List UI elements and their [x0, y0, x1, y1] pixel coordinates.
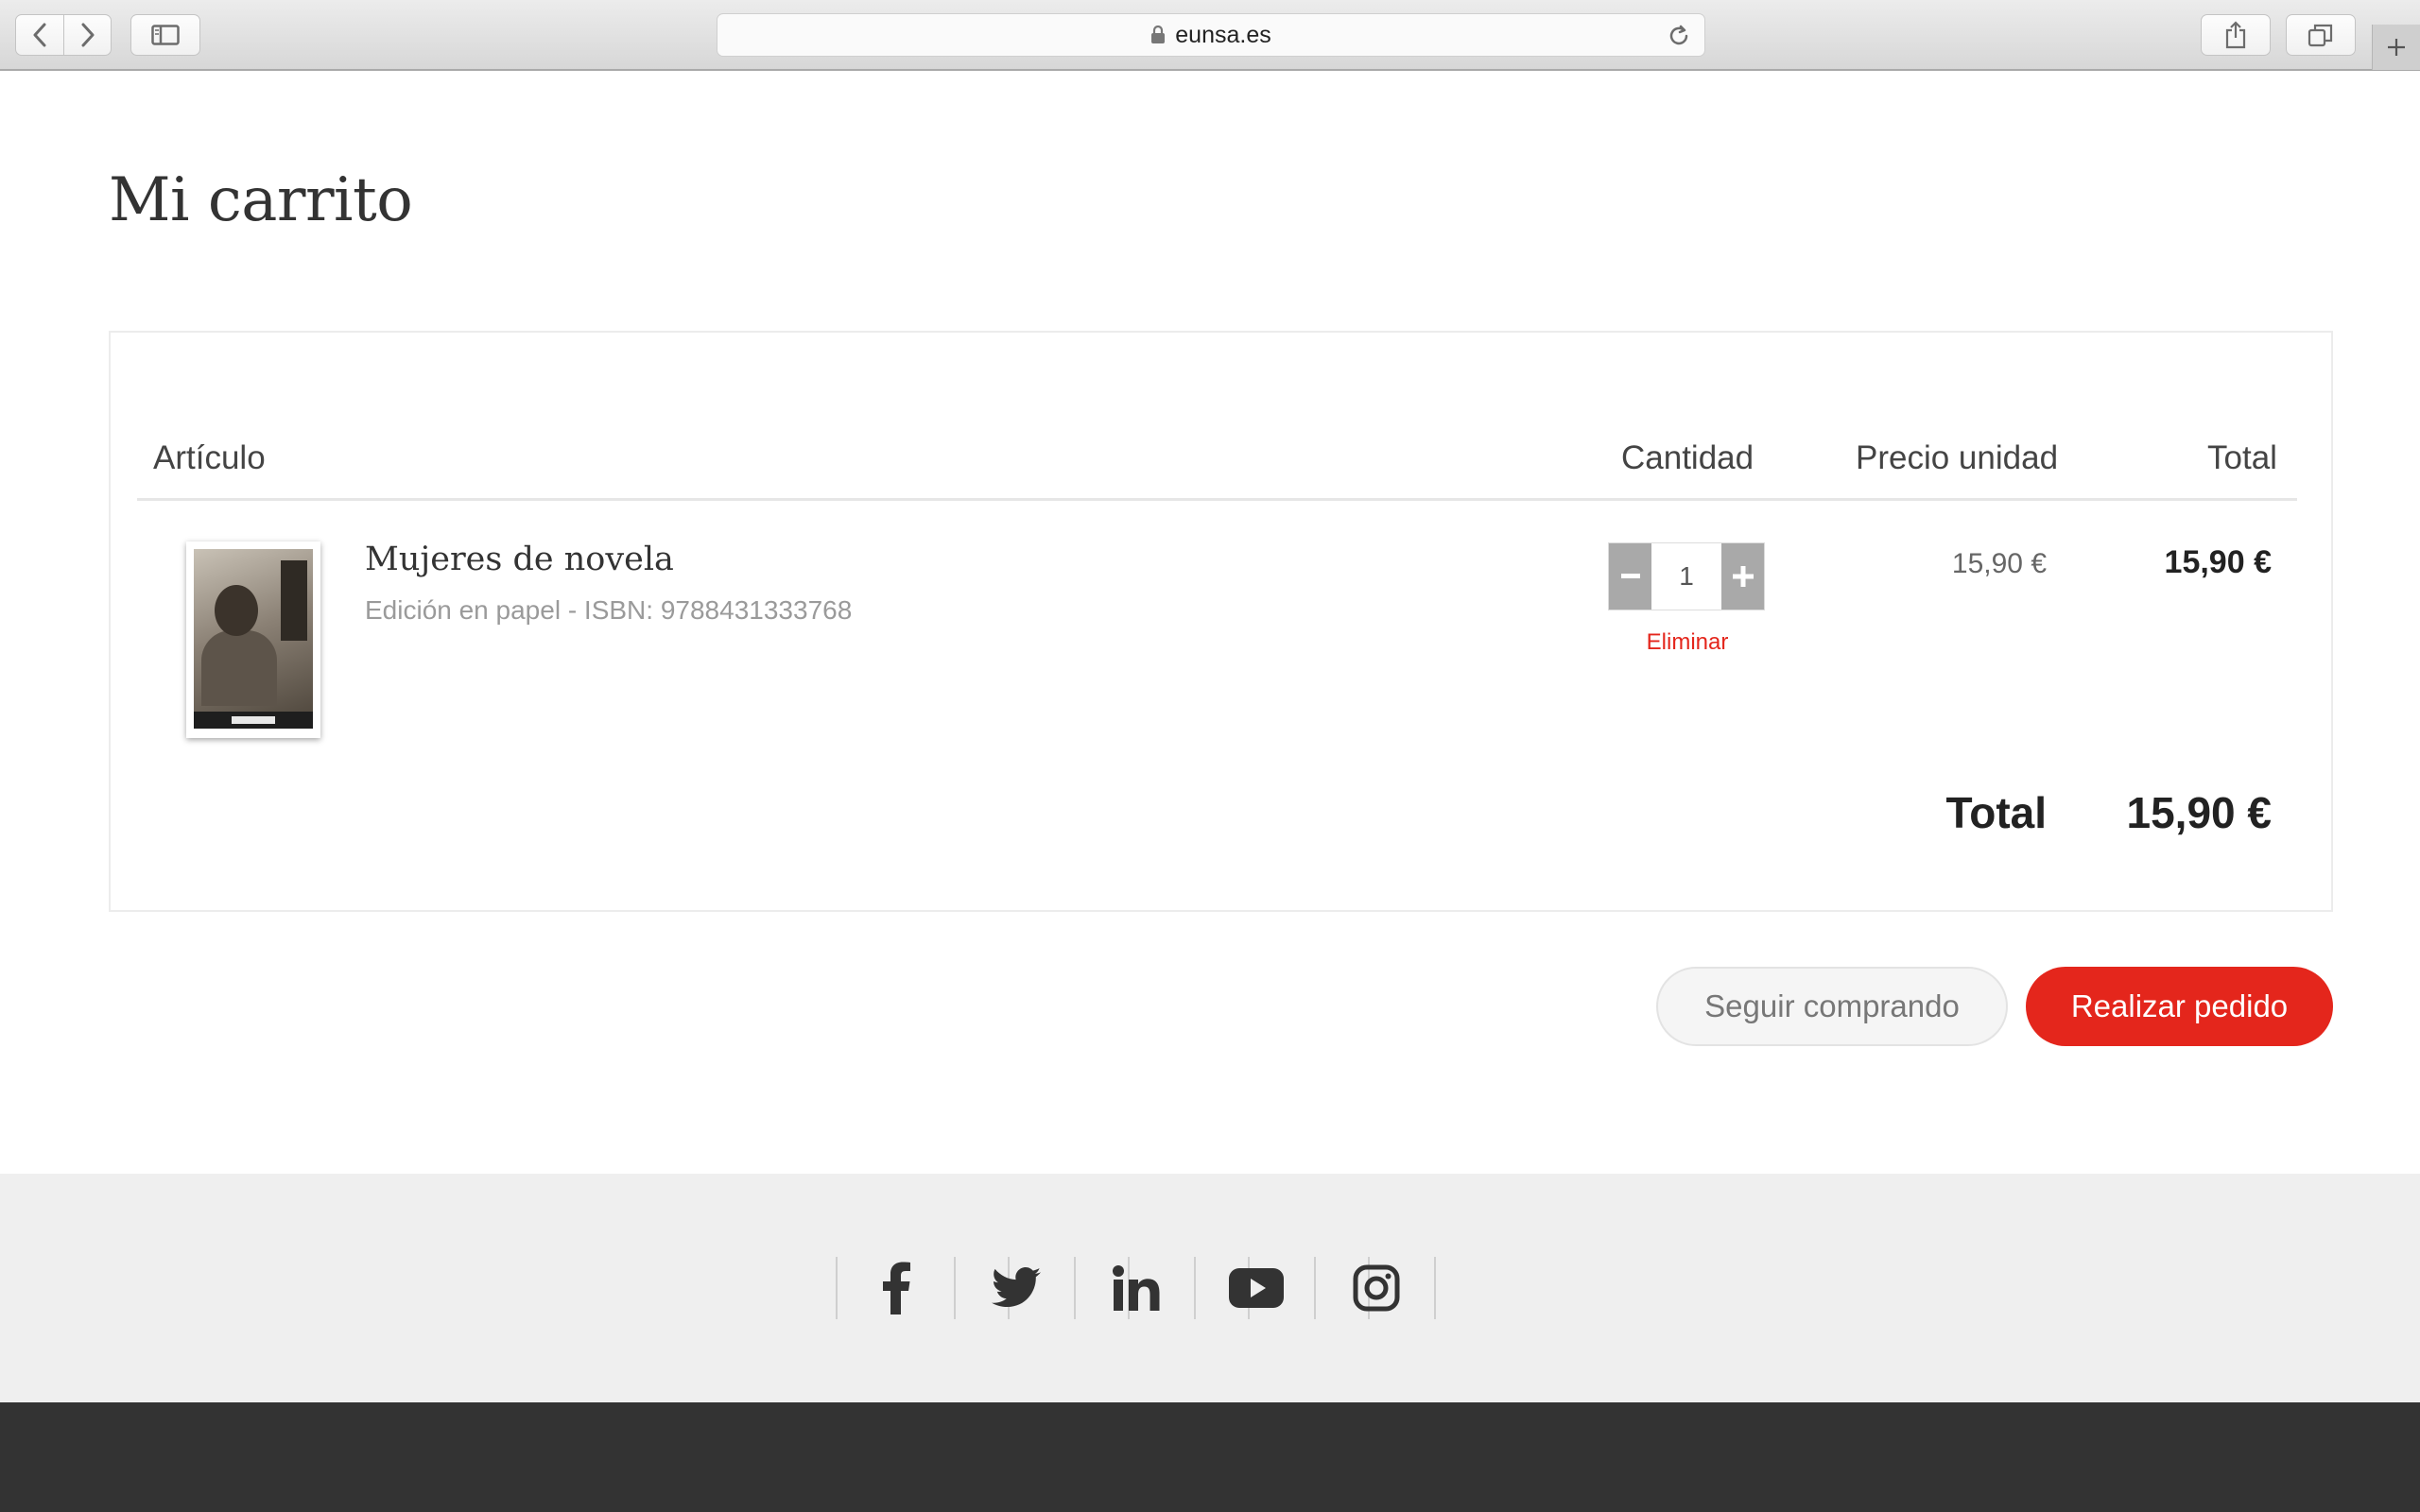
place-order-button[interactable]: Realizar pedido — [2026, 967, 2333, 1046]
column-header-quantity: Cantidad — [1621, 439, 1754, 476]
product-title[interactable]: Mujeres de novela — [365, 541, 674, 578]
minus-icon — [1620, 574, 1640, 578]
reload-button[interactable] — [1667, 24, 1691, 53]
twitter-link[interactable] — [956, 1257, 1076, 1319]
grand-total-value: 15,90 € — [2126, 788, 2272, 837]
header-divider — [137, 498, 2297, 501]
increase-quantity-button[interactable] — [1721, 543, 1764, 610]
book-cover-image — [194, 549, 313, 729]
forward-button[interactable] — [63, 15, 111, 55]
facebook-link[interactable] — [836, 1257, 956, 1319]
sidebar-toggle-button[interactable] — [130, 14, 200, 56]
product-thumbnail[interactable] — [186, 541, 320, 738]
lock-icon — [1151, 26, 1166, 43]
grand-total-label: Total — [1945, 788, 2047, 837]
unit-price: 15,90 € — [1951, 548, 2047, 579]
twitter-icon — [991, 1267, 1041, 1307]
share-button[interactable] — [2201, 14, 2271, 56]
linkedin-icon — [1112, 1265, 1159, 1311]
browser-toolbar: eunsa.es — [0, 0, 2420, 71]
youtube-icon — [1228, 1268, 1284, 1308]
instagram-icon — [1353, 1264, 1399, 1312]
quantity-stepper — [1608, 542, 1765, 610]
page-title: Mi carrito — [109, 165, 413, 235]
reload-icon — [1669, 25, 1688, 45]
decrease-quantity-button[interactable] — [1609, 543, 1651, 610]
remove-item-link[interactable]: Eliminar — [1645, 629, 1730, 656]
footer-bottom-bar — [0, 1402, 2420, 1512]
column-header-unit-price: Precio unidad — [1856, 439, 2059, 476]
facebook-icon — [882, 1262, 910, 1314]
new-tab-button[interactable] — [2372, 25, 2420, 70]
continue-shopping-button[interactable]: Seguir comprando — [1656, 967, 2008, 1046]
plus-icon — [1732, 566, 1754, 587]
tab-overview-button[interactable] — [2286, 14, 2356, 56]
instagram-link[interactable] — [1316, 1257, 1436, 1319]
sidebar-icon — [151, 25, 180, 45]
quantity-input[interactable] — [1651, 543, 1721, 610]
chevron-left-icon — [33, 23, 46, 47]
plus-icon — [2388, 39, 2405, 56]
social-links — [836, 1257, 1436, 1319]
tabs-icon — [2308, 24, 2333, 47]
history-nav — [15, 14, 112, 56]
youtube-link[interactable] — [1196, 1257, 1316, 1319]
url-text: eunsa.es — [1175, 21, 1271, 48]
address-bar[interactable]: eunsa.es — [717, 13, 1705, 57]
chevron-right-icon — [81, 23, 94, 47]
product-meta: Edición en papel - ISBN: 9788431333768 — [365, 595, 853, 625]
line-total: 15,90 € — [2164, 544, 2272, 580]
column-header-article: Artículo — [153, 439, 266, 476]
linkedin-link[interactable] — [1076, 1257, 1196, 1319]
back-button[interactable] — [16, 15, 63, 55]
share-icon — [2225, 21, 2246, 49]
column-header-total: Total — [2207, 439, 2277, 476]
